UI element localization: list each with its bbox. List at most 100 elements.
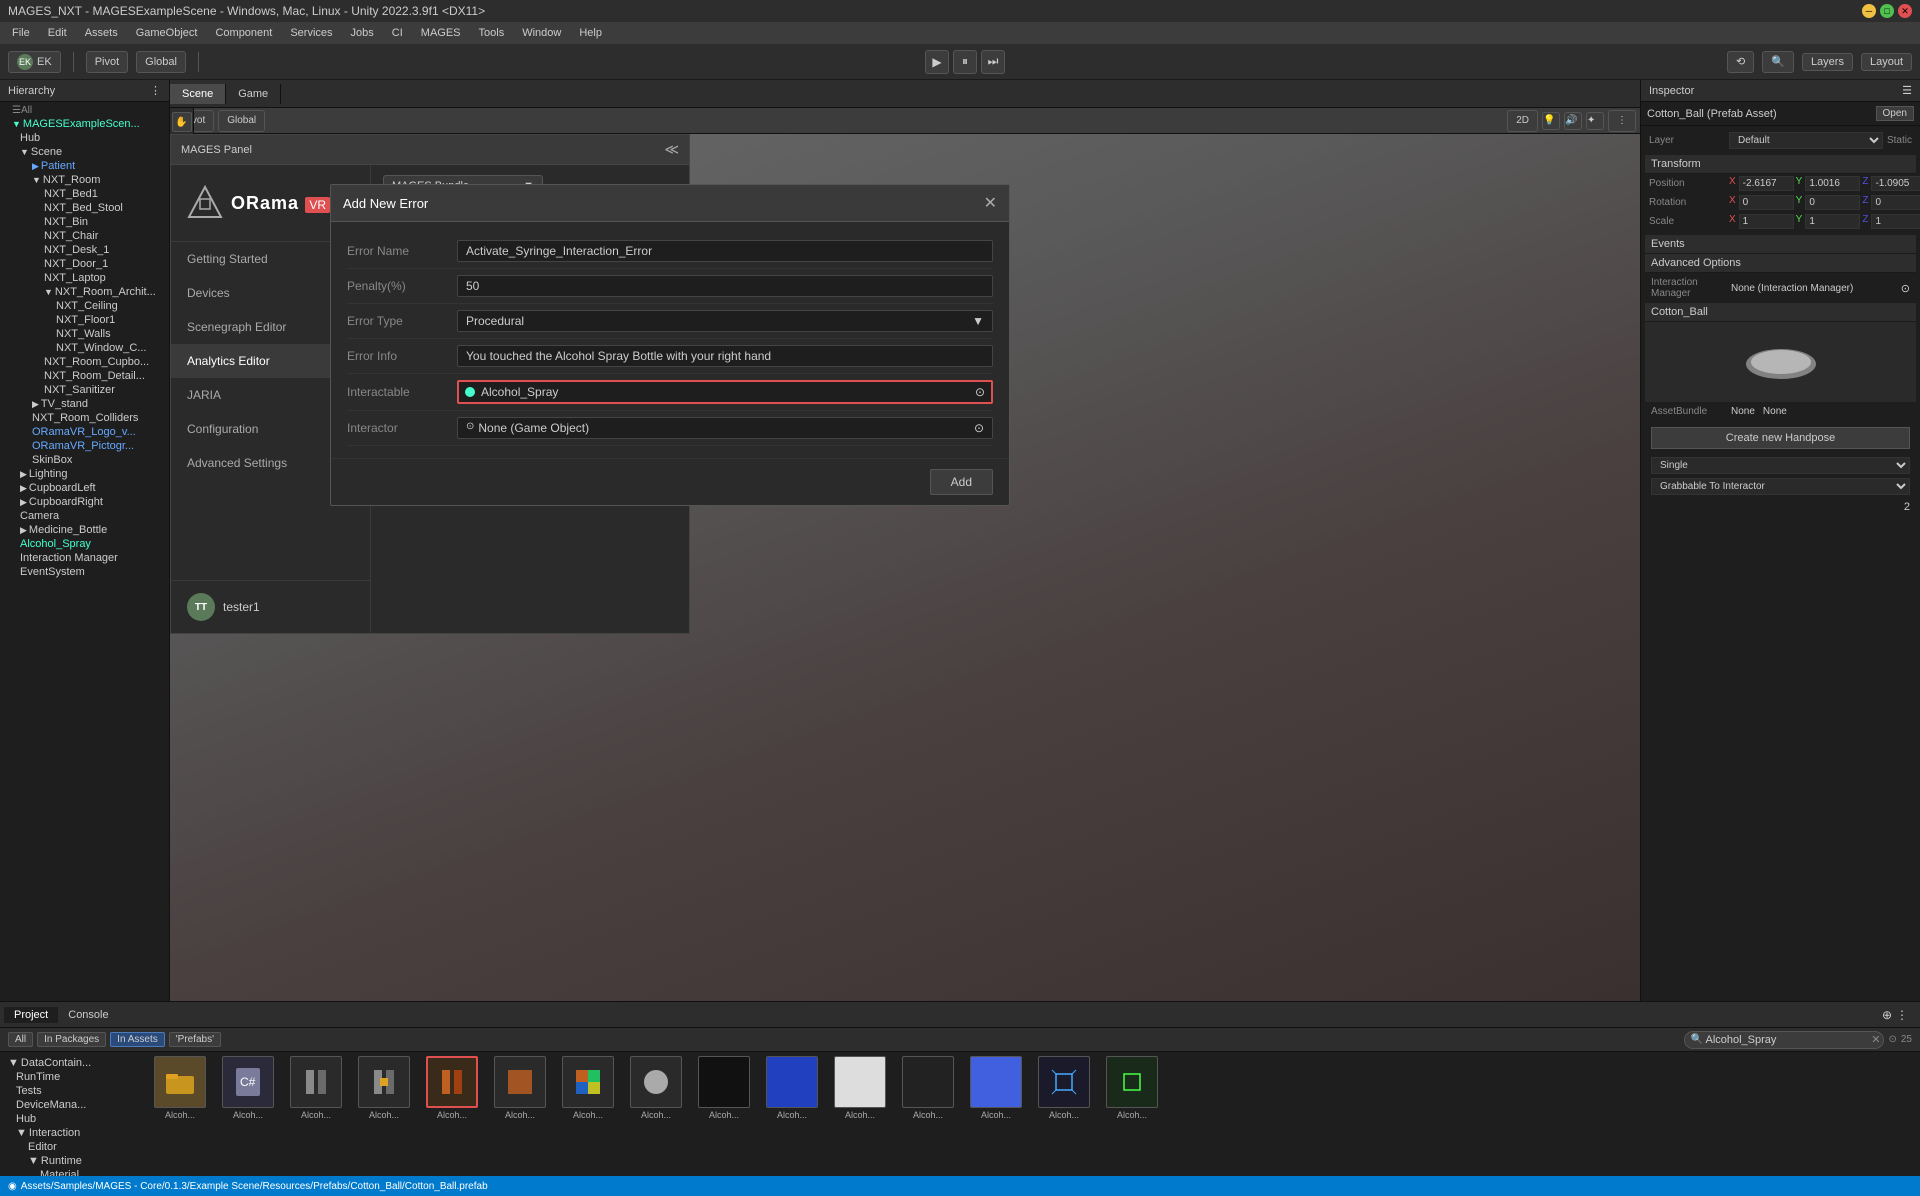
inspector-events-header[interactable]: Events (1645, 235, 1916, 254)
hierarchy-item-cupboard-left[interactable]: ▶CupboardLeft (0, 481, 169, 495)
scene-audio-btn[interactable]: 🔊 (1564, 112, 1582, 130)
hierarchy-item-detail[interactable]: NXT_Room_Detail... (0, 369, 169, 383)
inspector-single-dropdown[interactable]: Single (1651, 457, 1910, 474)
inspector-open-button[interactable]: Open (1876, 106, 1914, 121)
asset-item-7[interactable]: Alcoh... (624, 1056, 688, 1120)
menu-edit[interactable]: Edit (40, 25, 75, 41)
hierarchy-search-all[interactable]: ☰ All (0, 104, 169, 117)
hierarchy-item-alcohol-spray[interactable]: Alcohol_Spray (0, 537, 169, 551)
hierarchy-item-bed-stool[interactable]: NXT_Bed_Stool (0, 201, 169, 215)
hierarchy-item-bin[interactable]: NXT_Bin (0, 215, 169, 229)
hierarchy-item-patient[interactable]: ▶Patient (0, 159, 169, 173)
hierarchy-item-logo[interactable]: ORamaVR_Logo_v... (0, 425, 169, 439)
inspector-transform-header[interactable]: Transform (1645, 155, 1916, 174)
hierarchy-item-desk[interactable]: NXT_Desk_1 (0, 243, 169, 257)
error-info-input[interactable] (457, 345, 993, 367)
inspector-advanced-options-header[interactable]: Advanced Options (1645, 254, 1916, 273)
menu-component[interactable]: Component (207, 25, 280, 41)
inspector-options-icon[interactable]: ☰ (1902, 84, 1912, 97)
folder-hub[interactable]: Hub (4, 1112, 144, 1126)
tab-console[interactable]: Console (58, 1007, 118, 1023)
close-button[interactable]: ✕ (1898, 4, 1912, 18)
hand-tool[interactable]: ✋ (172, 112, 192, 132)
hierarchy-item-skinbox[interactable]: SkinBox (0, 453, 169, 467)
hierarchy-item-cupboard-right[interactable]: ▶CupboardRight (0, 495, 169, 509)
folder-tests[interactable]: Tests (4, 1084, 144, 1098)
history-btn[interactable]: ⟲ (1727, 51, 1754, 73)
asset-item-10[interactable]: Alcoh... (828, 1056, 892, 1120)
layout-btn[interactable]: Layout (1861, 53, 1912, 71)
inspector-scale-z[interactable] (1871, 214, 1920, 229)
hierarchy-item-hub[interactable]: Hub (0, 131, 169, 145)
penalty-input[interactable] (457, 275, 993, 297)
asset-item-1[interactable]: C# Alcoh... (216, 1056, 280, 1120)
folder-datacontain[interactable]: ▼ DataContain... (4, 1056, 144, 1070)
create-handpose-button[interactable]: Create new Handpose (1651, 427, 1910, 449)
hierarchy-options-icon[interactable]: ⋮ (150, 84, 161, 97)
menu-gameobject[interactable]: GameObject (128, 25, 206, 41)
tab-project[interactable]: Project (4, 1007, 58, 1023)
hierarchy-item-interaction-mgr[interactable]: Interaction Manager (0, 551, 169, 565)
tab-scene[interactable]: Scene (170, 84, 226, 104)
hierarchy-item-pictogr[interactable]: ORamaVR_Pictogr... (0, 439, 169, 453)
hierarchy-item-room-archit[interactable]: ▼NXT_Room_Archit... (0, 285, 169, 299)
dialog-close-btn[interactable]: ✕ (984, 193, 997, 213)
asset-item-11[interactable]: Alcoh... (896, 1056, 960, 1120)
add-error-button[interactable]: Add (930, 469, 993, 495)
inspector-rot-x[interactable] (1739, 195, 1794, 210)
folder-devicemana[interactable]: DeviceMana... (4, 1098, 144, 1112)
filter-assets[interactable]: In Assets (110, 1032, 165, 1047)
scene-more-btn[interactable]: ⋮ (1608, 110, 1636, 132)
asset-item-8[interactable]: Alcoh... (692, 1056, 756, 1120)
hierarchy-item-bed1[interactable]: NXT_Bed1 (0, 187, 169, 201)
menu-jobs[interactable]: Jobs (343, 25, 382, 41)
asset-item-9[interactable]: Alcoh... (760, 1056, 824, 1120)
folder-runtime[interactable]: RunTime (4, 1070, 144, 1084)
interactor-selector[interactable]: ⊙ None (Game Object) ⊙ (457, 417, 993, 439)
folder-interaction[interactable]: ▼ Interaction (4, 1126, 144, 1140)
hierarchy-item-camera[interactable]: Camera (0, 509, 169, 523)
inspector-pos-z[interactable] (1871, 176, 1920, 191)
inspector-grabbable-dropdown[interactable]: Grabbable To Interactor (1651, 478, 1910, 495)
bottom-options-icon[interactable]: ⋮ (1896, 1008, 1908, 1022)
asset-item-13[interactable]: Alcoh... (1032, 1056, 1096, 1120)
hierarchy-item-scene-root[interactable]: ▼MAGESExampleScen... (0, 117, 169, 131)
inspector-layer-dropdown[interactable]: Default (1729, 132, 1883, 149)
asset-item-0[interactable]: Alcoh... (148, 1056, 212, 1120)
layers-btn[interactable]: Layers (1802, 53, 1853, 71)
step-button[interactable]: ⏭ (981, 50, 1005, 74)
menu-help[interactable]: Help (571, 25, 610, 41)
menu-window[interactable]: Window (514, 25, 569, 41)
asset-item-2[interactable]: Alcoh... (284, 1056, 348, 1120)
error-name-input[interactable] (457, 240, 993, 262)
inspector-scale-y[interactable] (1805, 214, 1860, 229)
error-type-dropdown[interactable]: Procedural ▼ (457, 310, 993, 332)
hierarchy-item-floor1[interactable]: NXT_Floor1 (0, 313, 169, 327)
hierarchy-item-nxt-room[interactable]: ▼NXT_Room (0, 173, 169, 187)
asset-search-input[interactable] (1684, 1031, 1884, 1049)
asset-item-5[interactable]: Alcoh... (488, 1056, 552, 1120)
tab-game[interactable]: Game (226, 84, 281, 104)
mages-panel-close[interactable]: ≪ (664, 141, 679, 158)
filter-prefabs[interactable]: 'Prefabs' (169, 1032, 221, 1047)
asset-item-3[interactable]: Alcoh... (352, 1056, 416, 1120)
menu-tools[interactable]: Tools (471, 25, 513, 41)
asset-item-4[interactable]: Alcoh... (420, 1056, 484, 1120)
hierarchy-item-lighting[interactable]: ▶Lighting (0, 467, 169, 481)
filter-all[interactable]: All (8, 1032, 33, 1047)
inspector-pos-y[interactable] (1805, 176, 1860, 191)
folder-runtime2[interactable]: ▼ Runtime (4, 1154, 144, 1168)
hierarchy-item-scene[interactable]: ▼Scene (0, 145, 169, 159)
hierarchy-item-eventsystem[interactable]: EventSystem (0, 565, 169, 579)
asset-item-12[interactable]: Alcoh... (964, 1056, 1028, 1120)
menu-file[interactable]: File (4, 25, 38, 41)
inspector-pos-x[interactable] (1739, 176, 1794, 191)
hierarchy-item-sanitizer[interactable]: NXT_Sanitizer (0, 383, 169, 397)
pause-button[interactable]: ⏸ (953, 50, 977, 74)
menu-ci[interactable]: CI (384, 25, 411, 41)
inspector-rot-z[interactable] (1871, 195, 1920, 210)
inspector-interaction-circle-icon[interactable]: ⊙ (1901, 282, 1910, 295)
inspector-rot-y[interactable] (1805, 195, 1860, 210)
inspector-scale-x[interactable] (1739, 214, 1794, 229)
menu-mages[interactable]: MAGES (413, 25, 469, 41)
